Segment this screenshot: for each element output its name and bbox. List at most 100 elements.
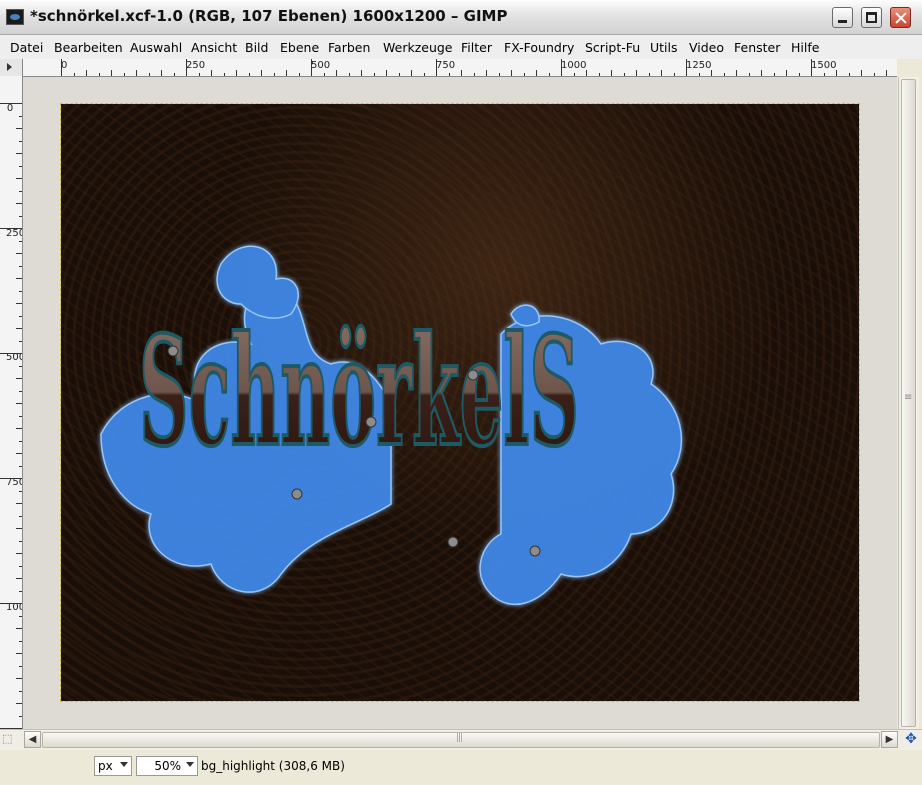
- ruler-tick: [19, 490, 22, 492]
- ruler-tick: [19, 565, 22, 567]
- ruler-tick: [19, 440, 22, 442]
- menu-ebene[interactable]: Ebene: [280, 40, 319, 55]
- ruler-tick: [16, 678, 22, 679]
- menu-video[interactable]: Video: [689, 40, 724, 55]
- menu-datei[interactable]: Datei: [10, 40, 43, 55]
- ruler-tick: [16, 378, 22, 379]
- ruler-tick: [473, 73, 475, 76]
- ruler-tick: [698, 73, 700, 76]
- ruler-tick: [886, 70, 887, 76]
- ruler-tick: [636, 70, 637, 76]
- ruler-tick: [19, 290, 22, 292]
- ruler-tick: [0, 478, 22, 479]
- ruler-tick: [523, 73, 525, 76]
- ruler-tick: [16, 403, 22, 404]
- title-bar[interactable]: *schnörkel.xcf-1.0 (RGB, 107 Ebenen) 160…: [0, 0, 922, 35]
- ruler-tick: [711, 70, 712, 76]
- ruler-tick: [573, 73, 575, 76]
- scroll-left-button[interactable]: ◀: [24, 731, 41, 748]
- ruler-tick: [19, 140, 22, 142]
- horizontal-ruler[interactable]: 0 250 500 750 1000 1250 1500: [23, 59, 897, 77]
- ruler-tick: [511, 70, 512, 76]
- ruler-tick: [323, 73, 325, 76]
- ruler-tick: [386, 70, 387, 76]
- menu-ansicht[interactable]: Ansicht: [191, 40, 237, 55]
- canvas-area[interactable]: SchnörkelS: [23, 77, 897, 729]
- ruler-tick: [111, 70, 112, 76]
- ruler-tick: [786, 70, 787, 76]
- ruler-tick: [423, 73, 425, 76]
- menu-filter[interactable]: Filter: [461, 40, 492, 55]
- zoom-select[interactable]: 50%: [136, 756, 198, 776]
- ruler-label: 0: [6, 103, 14, 114]
- ruler-label: 250: [186, 60, 206, 71]
- menu-bild[interactable]: Bild: [245, 40, 268, 55]
- ruler-tick: [16, 653, 22, 654]
- menu-bearbeiten[interactable]: Bearbeiten: [54, 40, 123, 55]
- ruler-tick: [16, 178, 22, 179]
- ruler-tick: [373, 73, 375, 76]
- letterforms: SchnörkelS: [137, 302, 581, 482]
- vertical-scrollbar[interactable]: [898, 77, 919, 729]
- minimize-button[interactable]: [832, 7, 853, 28]
- close-button[interactable]: [890, 7, 911, 28]
- ruler-tick: [461, 70, 462, 76]
- ruler-tick: [61, 59, 62, 76]
- ruler-tick: [16, 128, 22, 129]
- maximize-button[interactable]: [861, 7, 882, 28]
- ruler-tick: [19, 240, 22, 242]
- ruler-tick: [348, 73, 350, 76]
- ruler-tick: [19, 640, 22, 642]
- gimp-app-icon[interactable]: [6, 9, 24, 25]
- artwork-letters: SchnörkelS: [139, 304, 579, 480]
- ruler-tick: [19, 215, 22, 217]
- menu-utils[interactable]: Utils: [650, 40, 678, 55]
- navigate-icon[interactable]: ✥: [903, 731, 919, 747]
- ruler-tick: [16, 203, 22, 204]
- ruler-tick: [0, 228, 22, 229]
- ruler-tick: [361, 70, 362, 76]
- ruler-tick: [536, 70, 537, 76]
- ruler-tick: [19, 590, 22, 592]
- ruler-tick: [16, 303, 22, 304]
- ruler-tick: [19, 265, 22, 267]
- image-canvas[interactable]: SchnörkelS: [60, 103, 860, 702]
- ruler-tick: [19, 515, 22, 517]
- ruler-tick: [19, 690, 22, 692]
- ruler-label: 500: [311, 60, 331, 71]
- vertical-ruler[interactable]: 0 250 500 750 1000: [0, 76, 23, 730]
- menu-fenster[interactable]: Fenster: [734, 40, 780, 55]
- ruler-tick: [661, 70, 662, 76]
- ruler-tick: [873, 73, 875, 76]
- ruler-tick: [398, 73, 400, 76]
- menu-fx-foundry[interactable]: FX-Foundry: [504, 40, 574, 55]
- ruler-tick: [761, 70, 762, 76]
- window-title: *schnörkel.xcf-1.0 (RGB, 107 Ebenen) 160…: [30, 7, 508, 25]
- horizontal-scroll-thumb[interactable]: [42, 732, 880, 748]
- ruler-tick: [19, 340, 22, 342]
- ruler-tick: [286, 70, 287, 76]
- scroll-right-button[interactable]: ▶: [881, 731, 898, 748]
- ruler-tick: [823, 73, 825, 76]
- ruler-tick: [19, 115, 22, 117]
- status-message: bg_highlight (308,6 MB): [201, 759, 345, 773]
- menu-hilfe[interactable]: Hilfe: [791, 40, 819, 55]
- vertical-scroll-thumb[interactable]: [901, 79, 916, 727]
- menu-script-fu[interactable]: Script-Fu: [585, 40, 640, 55]
- quick-mask-icon[interactable]: ⬚: [2, 732, 18, 748]
- menu-farben[interactable]: Farben: [328, 40, 370, 55]
- unit-select[interactable]: px: [94, 756, 132, 776]
- menu-auswahl[interactable]: Auswahl: [130, 40, 182, 55]
- ruler-label: 1000: [561, 60, 587, 71]
- ruler-corner-menu-arrow-icon[interactable]: [0, 59, 23, 77]
- ruler-tick: [848, 73, 850, 76]
- ruler-tick: [611, 70, 612, 76]
- ruler-tick: [861, 70, 862, 76]
- ruler-tick: [498, 73, 500, 76]
- artwork: SchnörkelS: [100, 245, 683, 605]
- ruler-tick: [16, 428, 22, 429]
- ruler-tick: [16, 628, 22, 629]
- menu-bar: Datei Bearbeiten Auswahl Ansicht Bild Eb…: [0, 35, 922, 59]
- menu-werkzeuge[interactable]: Werkzeuge: [383, 40, 453, 55]
- unit-value: px: [98, 759, 113, 773]
